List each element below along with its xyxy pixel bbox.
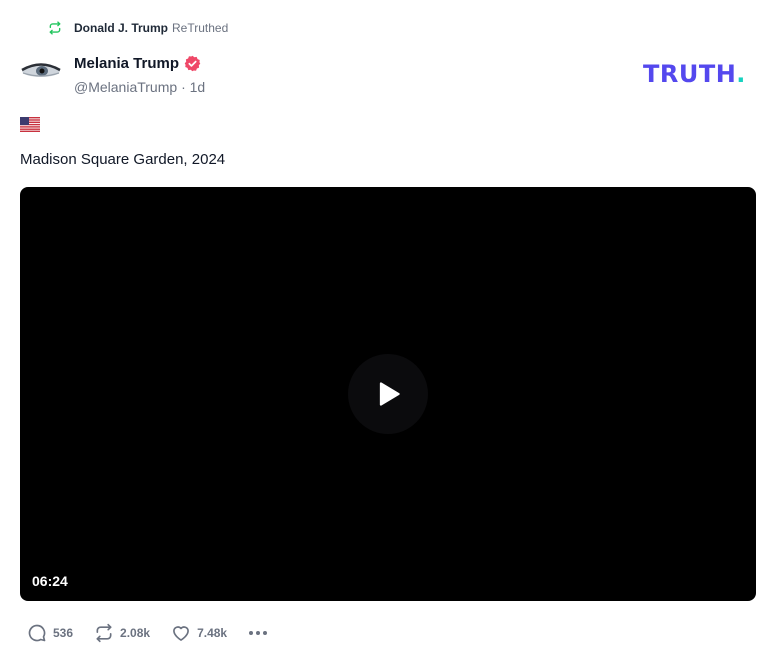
retruth-label: ReTruthed: [172, 21, 229, 35]
logo-text: TRUTH: [643, 60, 737, 88]
more-icon: [249, 631, 268, 635]
retruth-action-icon: [93, 622, 115, 644]
author-meta: @MelaniaTrump · 1d: [74, 79, 205, 95]
like-button[interactable]: 7.48k: [170, 622, 227, 644]
avatar[interactable]: [20, 56, 62, 86]
retruth-banner: Donald J. Trump ReTruthed: [46, 18, 228, 38]
author-name[interactable]: Melania Trump: [74, 55, 201, 72]
retruth-count: 2.08k: [120, 626, 151, 640]
retruth-user-link[interactable]: Donald J. Trump: [74, 21, 168, 35]
video-player[interactable]: 06:24: [20, 187, 756, 601]
reply-button[interactable]: 536: [26, 622, 73, 644]
play-icon: [379, 382, 400, 406]
post-actions: 536 2.08k 7.48k: [26, 622, 269, 644]
author-handle[interactable]: @MelaniaTrump: [74, 79, 177, 95]
retruth-icon: [46, 19, 64, 37]
logo-dot: .: [736, 60, 746, 88]
verified-badge-icon: [184, 55, 201, 72]
more-options-button[interactable]: [247, 622, 269, 644]
meta-separator: ·: [181, 79, 190, 95]
post-text: Madison Square Garden, 2024: [20, 151, 226, 168]
truth-logo[interactable]: TRUTH.: [643, 60, 746, 88]
retruth-button[interactable]: 2.08k: [93, 622, 150, 644]
reply-icon: [26, 622, 48, 644]
us-flag-icon: [20, 117, 40, 132]
post-time[interactable]: 1d: [190, 79, 206, 95]
video-duration: 06:24: [32, 573, 68, 589]
reply-count: 536: [53, 626, 74, 640]
heart-icon: [170, 622, 192, 644]
like-count: 7.48k: [197, 626, 228, 640]
play-button[interactable]: [348, 354, 428, 434]
author-name-text[interactable]: Melania Trump: [74, 55, 179, 72]
